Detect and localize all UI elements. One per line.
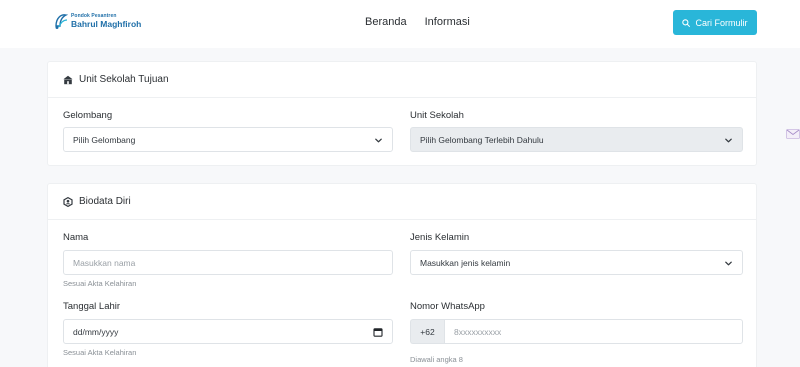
nav-links: Beranda Informasi (365, 16, 470, 28)
biodata-header: Biodata Diri (48, 184, 756, 220)
chevron-down-icon (725, 261, 732, 266)
nama-label: Nama (63, 232, 89, 243)
tanggal-lahir-value: dd/mm/yyyy (73, 326, 119, 337)
unit-sekolah-card: Unit Sekolah Tujuan Gelombang Pilih Gelo… (47, 61, 757, 166)
unit-sekolah-title: Unit Sekolah Tujuan (79, 74, 169, 85)
unit-sekolah-value: Pilih Gelombang Terlebih Dahulu (420, 134, 544, 145)
mail-icon[interactable] (786, 129, 800, 139)
whatsapp-placeholder: 8xxxxxxxxxx (454, 326, 502, 337)
whatsapp-input[interactable]: 8xxxxxxxxxx (444, 319, 743, 344)
biodata-title: Biodata Diri (79, 196, 131, 207)
logo-small-text: Pondok Pesantren (71, 12, 117, 19)
navbar: Pondok Pesantren Bahrul Maghfiroh Berand… (0, 0, 800, 48)
gelombang-label: Gelombang (63, 110, 113, 121)
whatsapp-prefix: +62 (410, 319, 444, 344)
unit-sekolah-label: Unit Sekolah (410, 110, 464, 121)
cari-formulir-label: Cari Formulir (695, 17, 748, 28)
nav-link-beranda[interactable]: Beranda (365, 16, 407, 28)
calendar-icon[interactable] (373, 327, 383, 337)
logo-mark-icon (55, 14, 68, 29)
unit-sekolah-header: Unit Sekolah Tujuan (48, 62, 756, 98)
badge-icon (63, 196, 73, 207)
jenis-kelamin-value: Masukkan jenis kelamin (420, 257, 511, 268)
tanggal-lahir-help: Sesuai Akta Kelahiran (63, 348, 137, 357)
unit-sekolah-select[interactable]: Pilih Gelombang Terlebih Dahulu (410, 127, 743, 152)
cari-formulir-button[interactable]: Cari Formulir (673, 10, 757, 35)
search-icon (682, 18, 691, 27)
logo-big-text: Bahrul Maghfiroh (71, 18, 142, 29)
tanggal-lahir-input[interactable]: dd/mm/yyyy (63, 319, 393, 344)
jenis-kelamin-label: Jenis Kelamin (410, 232, 470, 243)
gelombang-value: Pilih Gelombang (73, 134, 136, 145)
tanggal-lahir-label: Tanggal Lahir (63, 301, 121, 312)
whatsapp-help: Diawali angka 8 (410, 355, 463, 364)
nav-link-informasi[interactable]: Informasi (425, 16, 470, 28)
nama-placeholder: Masukkan nama (73, 257, 136, 268)
school-icon (63, 75, 73, 85)
gelombang-select[interactable]: Pilih Gelombang (63, 127, 393, 152)
nama-help: Sesuai Akta Kelahiran (63, 279, 137, 288)
whatsapp-label: Nomor WhatsApp (410, 301, 485, 312)
nama-input[interactable]: Masukkan nama (63, 250, 393, 275)
chevron-down-icon (725, 138, 732, 143)
chevron-down-icon (375, 138, 382, 143)
biodata-card: Biodata Diri Nama Masukkan nama Sesuai A… (47, 183, 757, 367)
logo[interactable]: Pondok Pesantren Bahrul Maghfiroh (54, 12, 141, 30)
jenis-kelamin-select[interactable]: Masukkan jenis kelamin (410, 250, 743, 275)
